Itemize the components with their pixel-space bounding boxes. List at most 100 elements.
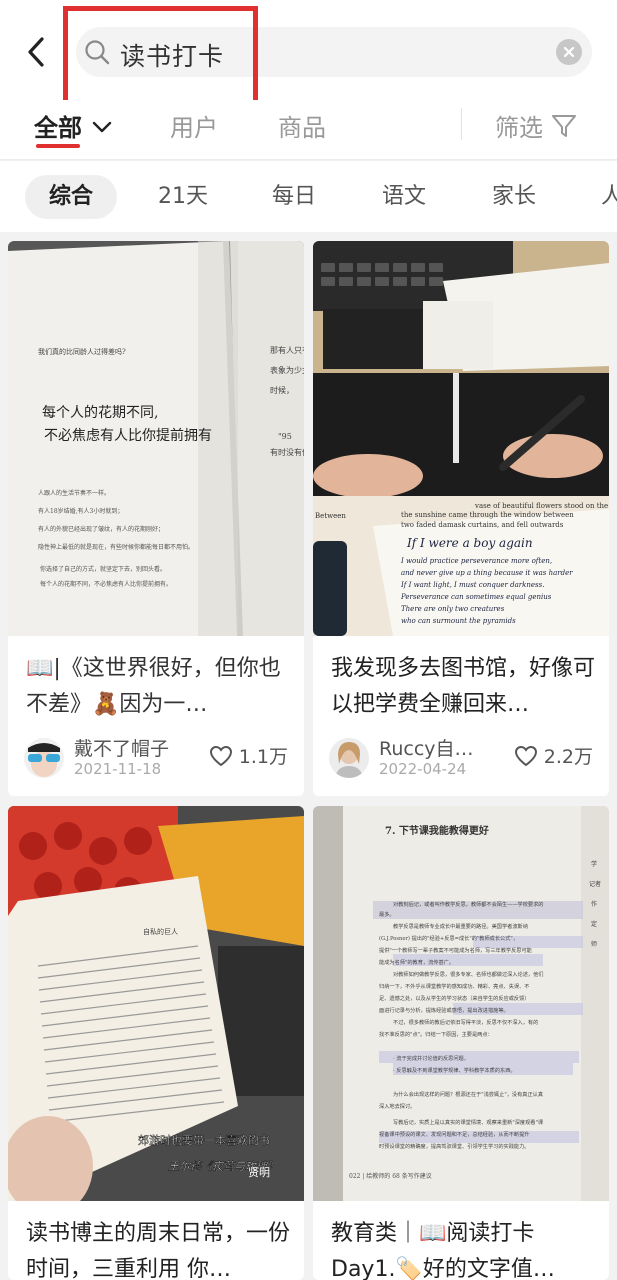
card-image-education-book: 7. 下节课我能教得更好 对教刻后记，或者叫作教学反思，教师都不会陌生——学校要… [313, 806, 609, 1201]
author-name[interactable]: Ruccy自… [379, 734, 474, 761]
like-button[interactable]: 1.1万 [209, 742, 288, 769]
card-title: 教育类｜📖阅读打卡 Day1.🏷️好的文字值… [331, 1221, 555, 1280]
heart-icon [514, 745, 537, 766]
image-right-page-line: 时候， [270, 385, 294, 395]
image-body-line: 教学反思是教师专业成长中最重要的路径。美国学者波斯纳 [393, 922, 528, 930]
image-body-line: 最多。 [379, 910, 395, 918]
card-image-book-strawberries: 自私的巨人 郊游时也要带一本喜欢的书 王尔德《夜莺与玫瑰》 贤明 [8, 806, 304, 1201]
image-body-line: 有人18岁结婚,有人3小时就到； [38, 507, 123, 515]
image-print-line: the sunshine came through the window bet… [401, 511, 574, 519]
image-handwriting-line: and never give up a thing because it was… [401, 569, 573, 577]
chip-chinese[interactable]: 语文 [372, 175, 436, 219]
avatar[interactable] [329, 738, 369, 778]
note-card[interactable]: vase of beautiful flowers stood on the c… [313, 241, 609, 796]
image-body-line: · 流于完成并讨论值的反思问题， [393, 1054, 469, 1062]
tab-users[interactable]: 用户 [170, 108, 218, 143]
tab-goods[interactable]: 商品 [278, 108, 326, 143]
image-body-line: 写教后记，实质上是以真实的课堂情境、观察来重新"深度观看"课 [393, 1118, 544, 1126]
note-card[interactable]: 自私的巨人 郊游时也要带一本喜欢的书 王尔德《夜莺与玫瑰》 贤明 读书博主的周末… [8, 806, 304, 1280]
image-handwriting-line: Perseverance can sometimes equal genius [400, 593, 552, 601]
image-body-line: 能成为名师"的教育，流传甚广。 [379, 958, 454, 966]
author-name[interactable]: 戴不了帽子 [74, 734, 169, 761]
image-right-strip-text: 作 [591, 900, 597, 908]
search-query-text: 读书打卡 [120, 42, 225, 71]
search-input[interactable]: 读书打卡 [76, 27, 592, 77]
image-handwriting-line: I would practice perseverance more often… [400, 557, 552, 565]
image-body-line: 视备课中预设的课文、发现问题和不足，总结经验，从而不断提升 [379, 1130, 529, 1138]
like-count: 1.1万 [238, 746, 288, 768]
image-right-strip-text: 定 [591, 920, 597, 928]
like-button[interactable]: 2.2万 [514, 742, 593, 769]
image-running-head: 自私的巨人 [143, 927, 178, 936]
image-print-line: vase of beautiful flowers stood on the c… [474, 502, 609, 510]
like-count: 2.2万 [543, 746, 593, 768]
heart-icon [209, 745, 232, 766]
author-row: Ruccy自… 2022-04-24 2.2万 [329, 734, 595, 784]
image-body-line: 对教刻后记，或者叫作教学反思，教师都不会陌生——学校要求的 [393, 900, 543, 908]
chip-comprehensive[interactable]: 综合 [25, 175, 117, 219]
search-icon [85, 40, 110, 65]
image-chapter-title: 7. 下节课我能教得更好 [385, 824, 489, 837]
image-quote-line-1: 每个人的花期不同, [42, 405, 158, 421]
avatar-image [329, 738, 369, 778]
image-body-line: 归纳一下，不外乎从课堂教学的感知成功、精彩、亮点、失误、不 [379, 982, 529, 990]
image-handwriting-line: who can surmount the pyramids [401, 617, 516, 625]
image-right-page-line: 那有人只有无 [270, 345, 304, 355]
image-handwriting-title: If I were a boy again [406, 536, 533, 550]
image-body-line: 面进行记录与分析，提炼经验或感悟，提出改进措施等。 [379, 1006, 509, 1014]
avatar[interactable] [24, 738, 64, 778]
filter-label: 筛选 [495, 114, 543, 142]
image-body-line: · 反思触及不到课堂教学规律、学科教学本质的东西。 [393, 1066, 516, 1074]
image-print-line: Between [315, 512, 346, 520]
image-right-strip-text: 记者 [589, 881, 601, 888]
tab-divider [461, 108, 462, 140]
note-card[interactable]: 我们真的比同龄人过得差吗? 每个人的花期不同, 不必焦虑有人比你提前拥有 人跟人… [8, 241, 304, 796]
card-image-study-notes: vase of beautiful flowers stood on the c… [313, 241, 609, 636]
card-title: 读书博主的周末日常，一份时间，三重利用 你… [26, 1221, 291, 1280]
chevron-left-icon [28, 37, 44, 67]
avatar-image [24, 738, 64, 778]
chevron-down-icon [92, 121, 112, 132]
image-right-page-line: "95 [278, 432, 292, 441]
image-footer-line: 你选择了自己的方式，就坚定下去，别回头看。 [40, 565, 166, 573]
image-body-line: 找不准反思的"点"。归结一下原因，主要是两点： [379, 1030, 493, 1038]
post-date: 2022-04-24 [379, 760, 467, 778]
image-page-footer: 022 | 给教师的 68 条写作建议 [349, 1172, 432, 1180]
image-body-line: 时预设课堂的精确度，提高驾驭课堂、引领学生学习的实践能力。 [379, 1142, 529, 1150]
back-button[interactable] [16, 30, 56, 74]
image-body-line: 对教师如何做教学反思，很多专家、名师也都做过深入论述，他们 [393, 970, 543, 978]
close-icon [563, 46, 575, 58]
image-body-line: 有人的外貌已经出现了皱纹，有人的花期刚好； [38, 525, 164, 533]
tab-all[interactable]: 全部 [34, 108, 112, 143]
card-title: 我发现多去图书馆，好像可以把学费全赚回来… [331, 656, 596, 717]
chip-21-days[interactable]: 21天 [148, 175, 218, 219]
clear-search-button[interactable] [556, 39, 582, 65]
author-row: 戴不了帽子 2021-11-18 1.1万 [24, 734, 290, 784]
sub-tab-bar: 综合 21天 每日 语文 家长 人 [0, 161, 617, 232]
search-header: 读书打卡 [0, 0, 617, 100]
tab-all-label: 全部 [34, 114, 82, 142]
image-print-line: two faded damask curtains, and fell outw… [401, 521, 564, 529]
image-right-strip-text: 师 [591, 940, 597, 948]
image-right-page-line: 有时没有你说 [270, 447, 304, 457]
image-body-line: 不过，很多教师的教后记依旧写得平淡，反思不仅不深入，有的 [393, 1018, 538, 1026]
image-footer-line: 每个人的花期不同，不必焦虑有人比你提前拥有。 [40, 580, 172, 588]
image-body-line: 隐性神上最低的就是现在，有些时候你都能每日都不用怕。 [38, 543, 194, 551]
image-caption-line-1: 郊游时也要带一本喜欢的书 [138, 1133, 270, 1147]
image-body-line: 提供"一个教师写一辈子教案不可能成为名师，写三年教学反思可能 [379, 946, 532, 954]
card-image-open-book: 我们真的比同龄人过得差吗? 每个人的花期不同, 不必焦虑有人比你提前拥有 人跟人… [8, 241, 304, 636]
image-body-line: 为什么会出现这样的问题？根源还在于"浅尝辄止"，没有真正认真 [393, 1090, 543, 1098]
image-right-strip-text: 学 [591, 860, 597, 868]
active-tab-indicator [36, 144, 80, 148]
image-right-page-line: 表象为少女 [270, 365, 304, 375]
image-handwriting-line: There are only two creatures [401, 605, 505, 613]
chip-more[interactable]: 人 [592, 175, 617, 219]
chip-daily[interactable]: 每日 [262, 175, 326, 219]
filter-button[interactable]: 筛选 [495, 108, 577, 143]
card-title: 📖|《这世界很好，但你也不差》🧸因为一… [26, 656, 281, 717]
image-body-line: 足、遗憾之处，以及从学生的学习状态（来自学生的反应或反馈） [379, 994, 529, 1002]
note-card[interactable]: 7. 下节课我能教得更好 对教刻后记，或者叫作教学反思，教师都不会陌生——学校要… [313, 806, 609, 1280]
image-corner-text: 贤明 [248, 1166, 270, 1179]
chip-parents[interactable]: 家长 [482, 175, 546, 219]
funnel-icon [552, 114, 576, 137]
